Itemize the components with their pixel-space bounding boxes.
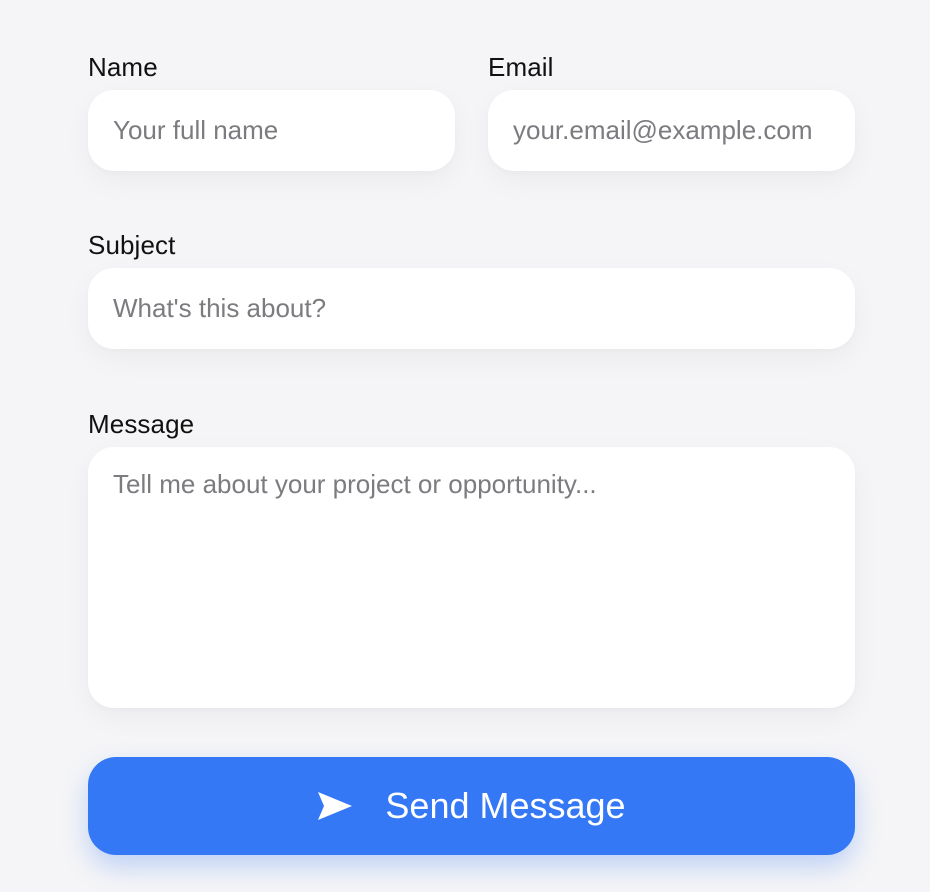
message-textarea[interactable] <box>88 447 855 708</box>
subject-input[interactable] <box>88 268 855 349</box>
send-message-button[interactable]: Send Message <box>88 757 855 855</box>
message-field-container <box>88 447 855 708</box>
paper-plane-icon <box>318 792 353 820</box>
name-input[interactable] <box>88 90 455 171</box>
message-label: Message <box>88 409 195 439</box>
email-input[interactable] <box>488 90 855 171</box>
email-label: Email <box>488 52 554 82</box>
subject-label: Subject <box>88 230 176 260</box>
subject-field-container <box>88 268 855 349</box>
send-message-label: Send Message <box>385 785 626 826</box>
name-field-container <box>88 90 455 171</box>
email-field-container <box>488 90 855 171</box>
name-label: Name <box>88 52 158 82</box>
